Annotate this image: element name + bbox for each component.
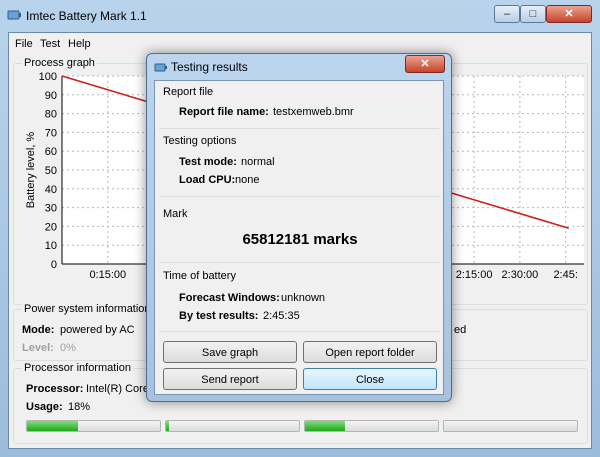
test-result-label: By test results: <box>179 310 259 322</box>
time-of-battery-title: Time of battery <box>163 270 236 282</box>
y-tick-label: 10 <box>45 240 57 252</box>
dialog-client-area: Report file Report file name: testxemweb… <box>154 80 444 395</box>
power-level-label: Level: <box>22 342 54 354</box>
close-button[interactable]: Close <box>303 368 437 390</box>
y-tick-label: 40 <box>45 184 57 196</box>
power-mode-value: powered by AC <box>60 324 135 336</box>
report-file-title: Report file <box>163 86 214 98</box>
x-tick-label: 2:30:00 <box>502 269 539 281</box>
separator <box>159 196 439 197</box>
power-mode-label: Mode: <box>22 324 55 336</box>
testing-options-title: Testing options <box>163 135 237 147</box>
usage-value: 18% <box>68 401 91 413</box>
x-tick-label: 2:45: <box>553 269 577 281</box>
usage-label: Usage: <box>26 401 63 413</box>
minimize-button[interactable]: ‒ <box>494 5 520 23</box>
mark-value: 65812181 marks <box>242 231 358 248</box>
window-title: Imtec Battery Mark 1.1 <box>26 9 147 23</box>
test-mode-value: normal <box>241 156 275 168</box>
core-load-fill <box>305 421 345 431</box>
y-tick-label: 100 <box>39 71 57 83</box>
close-window-button[interactable]: ✕ <box>546 5 592 23</box>
core-load-bar <box>443 420 578 432</box>
menu-help[interactable]: Help <box>68 38 91 50</box>
menu-test[interactable]: Test <box>40 38 60 50</box>
battery-dialog-icon <box>154 63 167 72</box>
title-bar[interactable]: Imtec Battery Mark 1.1 ‒ □ ✕ <box>0 0 600 32</box>
x-tick-label: 0:15:00 <box>89 269 126 281</box>
load-cpu-value: none <box>235 174 260 186</box>
save-graph-button[interactable]: Save graph <box>163 341 297 363</box>
core-load-bar <box>304 420 439 432</box>
core-load-fill <box>166 421 169 431</box>
separator <box>159 331 439 332</box>
report-file-name-value: testxemweb.bmr <box>273 106 354 118</box>
report-file-name-label: Report file name: <box>179 106 269 118</box>
y-tick-label: 60 <box>45 146 57 158</box>
testing-results-dialog: Testing results ✕ Report file Report fil… <box>146 53 452 402</box>
separator <box>159 128 439 129</box>
y-tick-label: 20 <box>45 221 57 233</box>
load-cpu-label: Load CPU: <box>179 174 236 186</box>
y-tick-label: 50 <box>45 165 57 177</box>
forecast-value: unknown <box>281 292 326 304</box>
forecast-label: Forecast Windows: <box>179 292 280 304</box>
menu-file[interactable]: File <box>15 38 33 50</box>
menu-bar: File Test Help <box>9 33 591 55</box>
dialog-close-button[interactable]: ✕ <box>405 55 445 73</box>
power-info-title: Power system information <box>22 303 153 315</box>
test-result-value: 2:45:35 <box>263 310 300 322</box>
core-load-fill <box>27 421 78 431</box>
test-mode-label: Test mode: <box>179 156 237 168</box>
maximize-button[interactable]: □ <box>520 5 546 23</box>
core-load-bar <box>165 420 300 432</box>
x-tick-label: 2:15:00 <box>456 269 493 281</box>
power-level-value: 0% <box>60 342 76 354</box>
core-load-bar <box>26 420 161 432</box>
processor-info-title: Processor information <box>22 362 133 374</box>
y-tick-label: 90 <box>45 90 57 102</box>
send-report-button[interactable]: Send report <box>163 368 297 390</box>
mark-title: Mark <box>163 208 188 220</box>
y-axis-label: Battery level, % <box>25 132 37 209</box>
dialog-title: Testing results <box>171 60 248 74</box>
open-report-folder-button[interactable]: Open report folder <box>303 341 437 363</box>
y-tick-label: 80 <box>45 109 57 121</box>
y-tick-label: 0 <box>51 259 57 271</box>
battery-app-icon <box>7 10 21 20</box>
power-right-fragment: ed <box>454 324 467 336</box>
y-tick-label: 30 <box>45 203 57 215</box>
y-tick-label: 70 <box>45 127 57 139</box>
processor-value: Intel(R) Core( <box>86 383 153 395</box>
processor-label: Processor: <box>26 383 84 395</box>
separator <box>159 262 439 263</box>
